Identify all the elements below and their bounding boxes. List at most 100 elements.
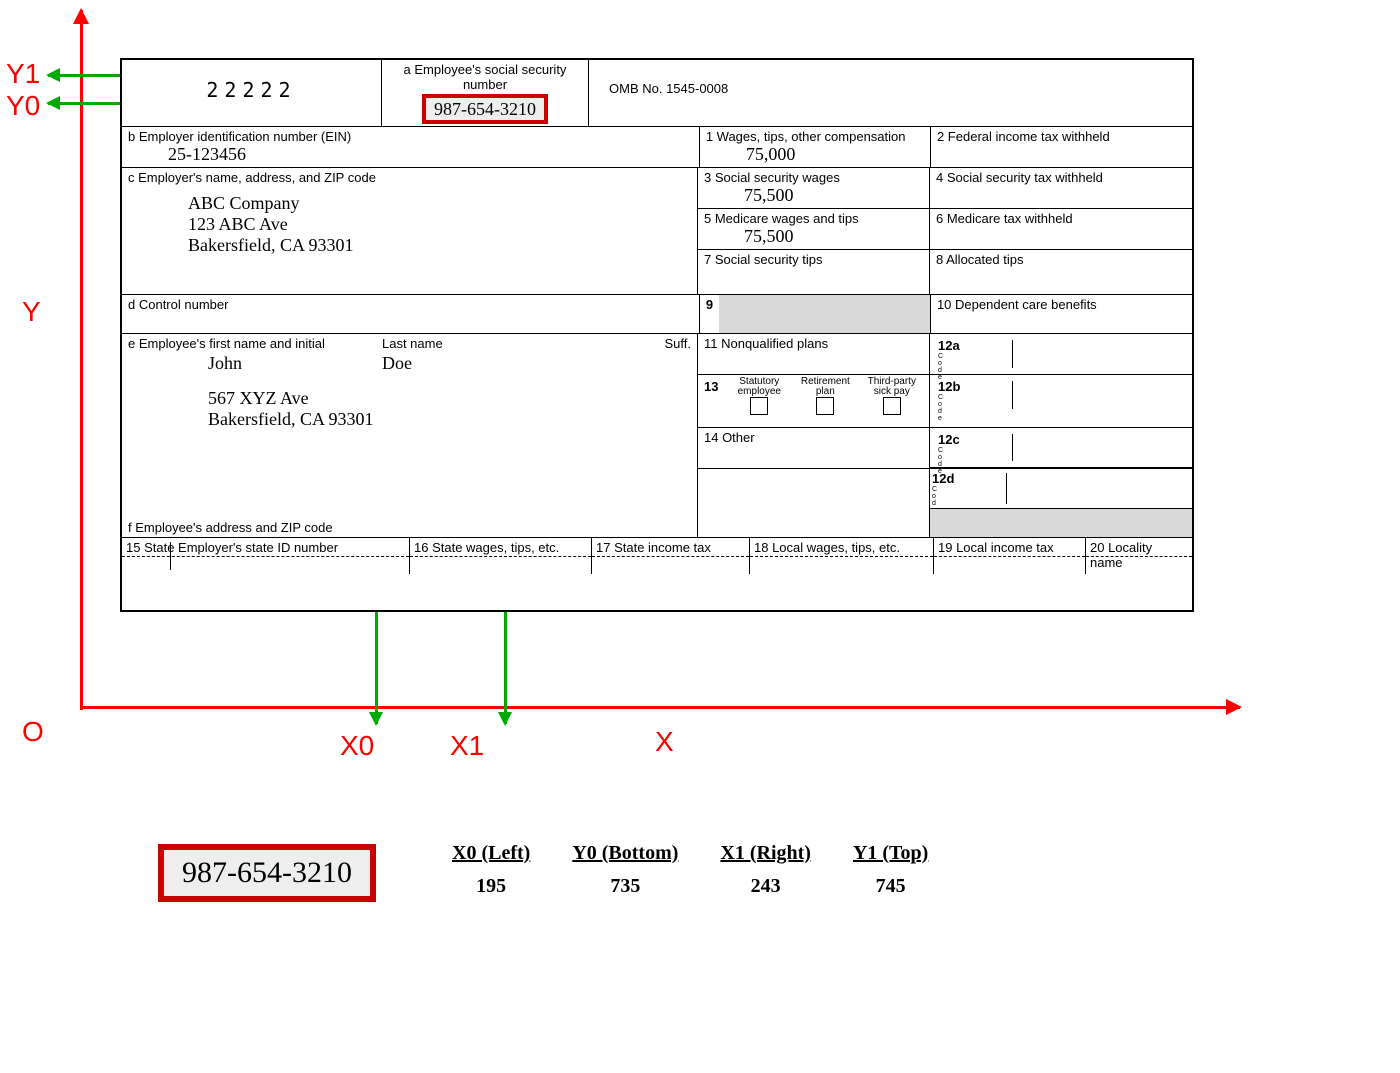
- box-9: 9: [700, 295, 931, 333]
- box-8-label: 8 Allocated tips: [936, 252, 1186, 267]
- box-12c: 12c C o d e: [930, 428, 1192, 468]
- box-1-value: 75,000: [706, 144, 924, 165]
- box-12a: 12a C o d e: [930, 334, 1192, 374]
- box-13-label: 13: [704, 377, 718, 394]
- box-15: 15 State Employer's state ID number: [122, 538, 410, 574]
- box-b-value: 25-123456: [128, 144, 693, 165]
- box-8: 8 Allocated tips: [930, 250, 1192, 294]
- box-19-label: 19 Local income tax: [938, 540, 1054, 555]
- employee-last: Doe: [382, 353, 412, 374]
- box-16-label: 16 State wages, tips, etc.: [414, 540, 559, 555]
- box-e-f: e Employee's first name and initial Last…: [122, 334, 698, 537]
- box-12c-label: 12c: [938, 432, 960, 447]
- box-2-label: 2 Federal income tax withheld: [937, 129, 1186, 144]
- box-12a-label: 12a: [938, 338, 960, 353]
- coords-v2: 735: [552, 869, 698, 898]
- box-14-cont: [698, 469, 930, 537]
- box-a-label: a Employee's social security number: [388, 62, 582, 92]
- ssn-highlight: 987-654-3210: [422, 94, 548, 124]
- x1-label: X1: [450, 730, 484, 762]
- y0-label: Y0: [6, 90, 40, 122]
- box-5-value: 75,500: [704, 226, 923, 247]
- box-b: b Employer identification number (EIN) 2…: [122, 127, 700, 167]
- box-10-label: 10 Dependent care benefits: [937, 297, 1186, 312]
- box-14-label: 14 Other: [704, 430, 923, 445]
- suffix-label: Suff.: [664, 336, 691, 351]
- w2-form: 22222 a Employee's social security numbe…: [120, 58, 1194, 612]
- box-7-label: 7 Social security tips: [704, 252, 923, 267]
- box-12d-label: 12d: [932, 471, 954, 486]
- box-6-label: 6 Medicare tax withheld: [936, 211, 1186, 226]
- box-13: 13 Statutory employee Retirement plan Th…: [698, 375, 930, 427]
- box-9-shade: [719, 295, 930, 333]
- box-12d-wrap: 12d C o d e: [930, 469, 1192, 537]
- box-5-label: 5 Medicare wages and tips: [704, 211, 923, 226]
- box-1-label: 1 Wages, tips, other compensation: [706, 129, 924, 144]
- box-b-label: b Employer identification number (EIN): [128, 129, 693, 144]
- x0-label: X0: [340, 730, 374, 762]
- box-17: 17 State income tax: [592, 538, 750, 574]
- box-9-label: 9: [700, 295, 719, 333]
- box-7: 7 Social security tips: [698, 250, 930, 294]
- coords-h1: X0 (Left): [432, 840, 550, 867]
- box-5: 5 Medicare wages and tips 75,500: [698, 209, 930, 249]
- employer-addr2: Bakersfield, CA 93301: [128, 235, 691, 256]
- retirement-label: Retirement plan: [800, 377, 850, 397]
- box-12-shade: [930, 509, 1192, 537]
- box-18: 18 Local wages, tips, etc.: [750, 538, 934, 574]
- form-code: 22222: [122, 60, 382, 126]
- box-3: 3 Social security wages 75,500: [698, 168, 930, 208]
- y1-label: Y1: [6, 58, 40, 90]
- box-11: 11 Nonqualified plans: [698, 334, 930, 374]
- box-12b: 12b C o d e: [930, 375, 1192, 415]
- box-3-value: 75,500: [704, 185, 923, 206]
- box-19: 19 Local income tax: [934, 538, 1086, 574]
- thirdparty-label: Third-party sick pay: [861, 377, 923, 397]
- x-axis-label: X: [655, 726, 674, 758]
- y-axis-label: Y: [22, 296, 41, 328]
- box-2: 2 Federal income tax withheld: [931, 127, 1192, 167]
- coords-v1: 195: [432, 869, 550, 898]
- x-axis: [80, 706, 1240, 709]
- box-6: 6 Medicare tax withheld: [930, 209, 1192, 249]
- code-label: C o d e: [938, 394, 960, 422]
- box-e-label: e Employee's first name and initial: [128, 336, 382, 351]
- statutory-checkbox[interactable]: [750, 397, 768, 415]
- box-11-label: 11 Nonqualified plans: [704, 336, 923, 351]
- employer-name: ABC Company: [128, 193, 691, 214]
- box-20: 20 Locality name: [1086, 538, 1192, 574]
- box-14: 14 Other: [698, 428, 930, 468]
- omb-cell: OMB No. 1545-0008: [589, 60, 1192, 126]
- y-axis: [80, 10, 83, 710]
- employer-addr1: 123 ABC Ave: [128, 214, 691, 235]
- box-c-label: c Employer's name, address, and ZIP code: [128, 170, 691, 185]
- lastname-label: Last name: [382, 336, 664, 351]
- box-10: 10 Dependent care benefits: [931, 295, 1192, 333]
- box-1: 1 Wages, tips, other compensation 75,000: [700, 127, 931, 167]
- employee-addr2: Bakersfield, CA 93301: [122, 409, 697, 430]
- box-d-label: d Control number: [128, 297, 693, 312]
- box-18-label: 18 Local wages, tips, etc.: [754, 540, 900, 555]
- coords-h2: Y0 (Bottom): [552, 840, 698, 867]
- employee-addr1: 567 XYZ Ave: [122, 388, 697, 409]
- coords-table: X0 (Left) Y0 (Bottom) X1 (Right) Y1 (Top…: [430, 838, 950, 900]
- box-15-label: 15 State Employer's state ID number: [126, 540, 338, 555]
- box-12b-label: 12b: [938, 379, 960, 394]
- box-17-label: 17 State income tax: [596, 540, 711, 555]
- box-a: a Employee's social security number 987-…: [382, 60, 589, 126]
- ssn-highlight-copy: 987-654-3210: [158, 844, 376, 902]
- box-20-label: 20 Locality name: [1090, 540, 1152, 570]
- thirdparty-checkbox[interactable]: [883, 397, 901, 415]
- box-c: c Employer's name, address, and ZIP code…: [122, 168, 698, 294]
- origin-label: O: [22, 716, 44, 748]
- retirement-checkbox[interactable]: [816, 397, 834, 415]
- box-16: 16 State wages, tips, etc.: [410, 538, 592, 574]
- employee-first: John: [128, 353, 382, 374]
- box-d: d Control number: [122, 295, 700, 333]
- statutory-label: Statutory employee: [728, 377, 790, 397]
- omb-label: OMB No. 1545-0008: [609, 81, 728, 96]
- coords-h4: Y1 (Top): [833, 840, 948, 867]
- coords-h3: X1 (Right): [700, 840, 831, 867]
- box-4-label: 4 Social security tax withheld: [936, 170, 1186, 185]
- coords-v3: 243: [700, 869, 831, 898]
